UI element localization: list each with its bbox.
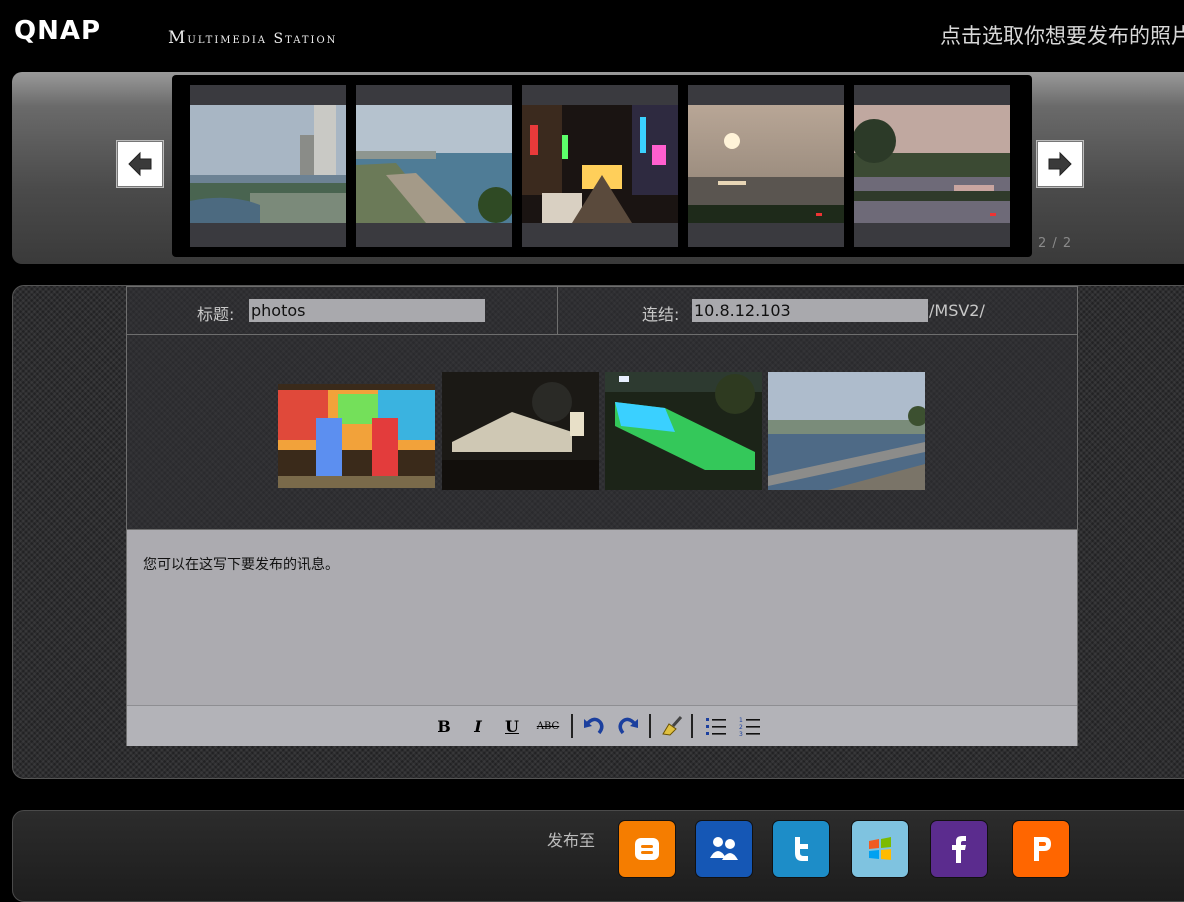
toolbar-separator [649, 714, 651, 738]
share-msn-button[interactable] [696, 821, 752, 877]
photo-coast-city [190, 105, 346, 223]
selected-photos [127, 335, 1077, 530]
photo-sunset-sea [688, 105, 844, 223]
share-windows-live-button[interactable] [852, 821, 908, 877]
app-name: Multimedia Station [168, 28, 338, 48]
undo-button[interactable] [583, 717, 605, 735]
photo-strip: 2 / 2 [12, 72, 1184, 264]
numbered-list-button[interactable]: 1 2 3 [739, 717, 761, 736]
field-divider [557, 287, 558, 334]
bullet-list-icon [706, 718, 726, 735]
toolbar-separator [691, 714, 693, 738]
page-counter: 2 / 2 [1038, 236, 1073, 251]
broom-icon [662, 716, 683, 736]
next-page-button[interactable] [1036, 140, 1084, 188]
svg-text:2: 2 [739, 724, 743, 731]
share-label: 发布至 [547, 831, 596, 850]
selected-photo-1[interactable] [278, 384, 435, 488]
selected-photo-4[interactable] [768, 372, 925, 490]
filmstrip [172, 75, 1032, 257]
twitter-icon [795, 837, 808, 861]
arrow-left-icon [128, 151, 152, 177]
msn-people-icon [710, 837, 738, 860]
share-twitter-button[interactable] [773, 821, 829, 877]
bullet-list-button[interactable] [705, 717, 727, 735]
selected-photo-3[interactable] [605, 372, 762, 490]
underline-button[interactable]: U [505, 717, 519, 736]
strip-photo-3[interactable] [522, 85, 678, 247]
strip-photo-4[interactable] [688, 85, 844, 247]
svg-text:1: 1 [739, 717, 743, 724]
clear-format-button[interactable] [661, 716, 685, 736]
fields-row: 标题: photos 连结: 10.8.12.103 /MSV2/ [127, 287, 1077, 335]
photo-seaside-road [356, 105, 512, 223]
strikethrough-button[interactable]: ABC [535, 717, 561, 735]
title-label: 标题: [197, 305, 235, 324]
share-blogger-button[interactable] [619, 821, 675, 877]
link-label: 连结: [642, 305, 680, 324]
strip-photo-1[interactable] [190, 85, 346, 247]
strip-photo-5[interactable] [854, 85, 1010, 247]
link-input[interactable]: 10.8.12.103 [692, 299, 928, 322]
numbered-list-icon: 1 2 3 [739, 717, 760, 736]
previous-page-button[interactable] [116, 140, 164, 188]
italic-button[interactable]: I [471, 717, 485, 736]
photo-green-pool [605, 372, 762, 490]
redo-icon [618, 717, 638, 735]
photo-harbor-day [768, 372, 925, 490]
photo-light-tunnel [278, 384, 435, 488]
svg-text:3: 3 [739, 731, 743, 736]
windows-flag-icon [869, 837, 891, 860]
qnap-logo: QNAP [14, 16, 102, 46]
title-input[interactable]: photos [249, 299, 485, 322]
post-form: 标题: photos 连结: 10.8.12.103 /MSV2/ 您可以在这写… [126, 286, 1078, 746]
arrow-right-icon [1048, 151, 1072, 177]
compose-panel: 标题: photos 连结: 10.8.12.103 /MSV2/ 您可以在这写… [12, 285, 1184, 779]
undo-icon [584, 717, 604, 735]
header-bar: QNAP Multimedia Station 点击选取你想要发布的照片 [0, 0, 1184, 66]
redo-button[interactable] [617, 717, 639, 735]
strip-photo-2[interactable] [356, 85, 512, 247]
message-text[interactable]: 您可以在这写下要发布的讯息。 [143, 554, 339, 574]
blogger-icon [635, 838, 659, 860]
facebook-icon [952, 836, 966, 863]
share-facebook-button[interactable] [931, 821, 987, 877]
photo-night-tent [442, 372, 599, 490]
photo-lake-dusk [854, 105, 1010, 223]
selected-photo-2[interactable] [442, 372, 599, 490]
share-bar: 发布至 [12, 810, 1184, 902]
instruction-text: 点击选取你想要发布的照片 [940, 24, 1184, 48]
share-plurk-button[interactable] [1013, 821, 1069, 877]
message-editor[interactable]: 您可以在这写下要发布的讯息。 [127, 530, 1077, 705]
bold-button[interactable]: B [437, 717, 451, 736]
editor-toolbar: B I U ABC 1 2 3 [127, 705, 1077, 746]
link-suffix: /MSV2/ [929, 301, 985, 320]
photo-night-market [522, 105, 678, 223]
toolbar-separator [571, 714, 573, 738]
plurk-icon [1034, 837, 1051, 861]
